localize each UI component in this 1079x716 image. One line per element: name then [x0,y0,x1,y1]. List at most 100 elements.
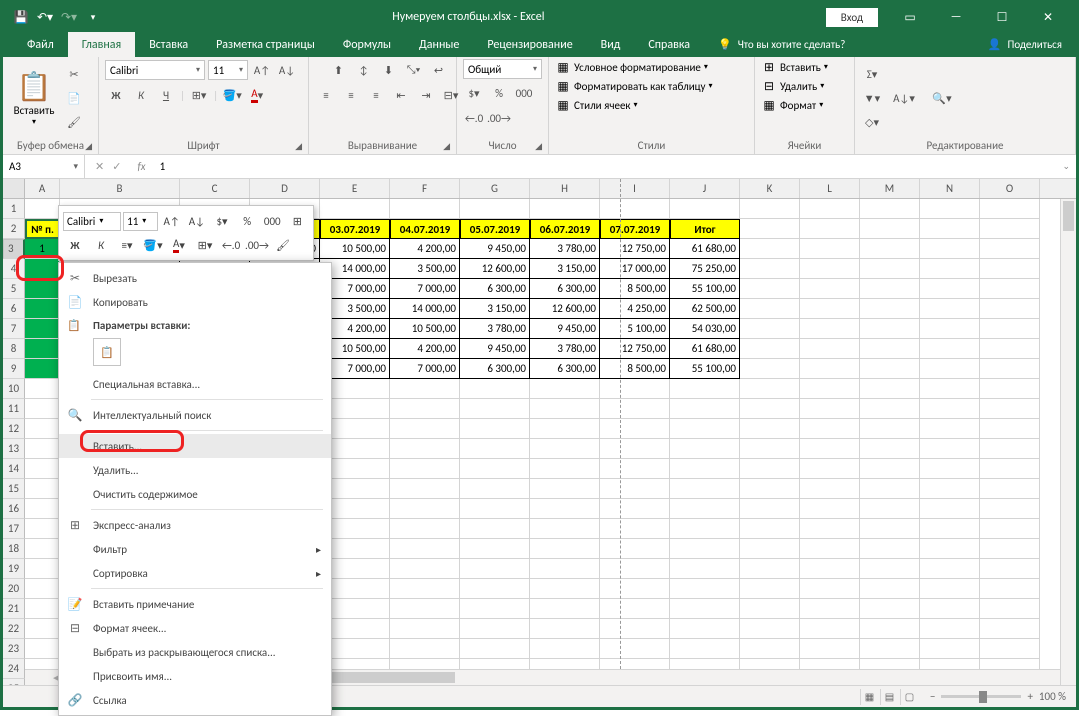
row-header[interactable]: 15 [3,479,25,499]
number-format-select[interactable]: Общий▾ [463,59,542,79]
row-header[interactable]: 17 [3,519,25,539]
cell[interactable] [980,199,1040,219]
fill-icon[interactable]: ▼▾ [861,87,883,109]
cell[interactable]: 7 000,00 [390,279,460,299]
cell[interactable] [800,599,860,619]
mt-brush-icon[interactable]: 🖌 [271,234,295,256]
cell[interactable] [670,599,740,619]
cell[interactable] [670,199,740,219]
cell[interactable] [600,379,670,399]
tell-me[interactable]: 💡Что вы хотите сделать? [704,32,859,57]
cell[interactable]: 8 500,00 [600,279,670,299]
cm-analysis[interactable]: ⊞Экспресс-анализ [59,513,331,537]
align-center-icon[interactable]: ≡ [340,84,362,106]
save-icon[interactable]: 💾 [13,9,29,25]
cell[interactable] [740,259,800,279]
cell[interactable] [530,559,600,579]
cell[interactable] [980,459,1040,479]
clear-icon[interactable]: ◇▾ [861,111,883,133]
cell[interactable] [320,199,390,219]
cell[interactable] [740,579,800,599]
cell[interactable] [460,499,530,519]
cell[interactable] [980,379,1040,399]
cell[interactable] [980,279,1040,299]
cm-format[interactable]: ⊟Формат ячеек... [59,616,331,640]
expand-formula-icon[interactable]: ⌄ [1056,161,1076,172]
cell[interactable]: 9 450,00 [460,239,530,259]
cell[interactable]: 55 100,00 [670,279,740,299]
cell[interactable] [460,639,530,659]
cell[interactable] [600,599,670,619]
cell[interactable] [460,519,530,539]
cell[interactable]: 06.07.2019 [530,219,600,239]
cell[interactable]: 3 780,00 [530,239,600,259]
cell[interactable] [980,499,1040,519]
cm-cut[interactable]: ✂Вырезать [59,266,331,290]
cell[interactable] [860,619,920,639]
insert-cells-button[interactable]: ⊞Вставить▾ [761,59,848,75]
cell[interactable] [390,519,460,539]
cell[interactable]: 12 600,00 [530,299,600,319]
cell[interactable]: 9 450,00 [530,319,600,339]
cell[interactable] [390,459,460,479]
cell[interactable] [980,539,1040,559]
launcher-icon[interactable]: ◢ [535,141,542,152]
row-header[interactable]: 3 [3,239,25,259]
cell[interactable] [920,219,980,239]
cell[interactable] [860,359,920,379]
launcher-icon[interactable]: ◢ [85,141,92,152]
cell[interactable] [980,559,1040,579]
mt-italic-button[interactable]: К [89,234,113,256]
launcher-icon[interactable]: ◢ [443,141,450,152]
cell[interactable] [740,419,800,439]
cell[interactable] [460,459,530,479]
row-header[interactable]: 22 [3,619,25,639]
italic-button[interactable]: К [130,84,152,106]
cell[interactable] [670,499,740,519]
cell[interactable] [390,539,460,559]
shrink-font-icon[interactable]: A↓ [276,59,298,81]
cell[interactable] [860,299,920,319]
cell[interactable] [600,619,670,639]
cell[interactable] [25,499,60,519]
mt-border2-icon[interactable]: ⊞▾ [193,234,217,256]
tab-help[interactable]: Справка [634,32,704,57]
cell[interactable]: 12 750,00 [600,339,670,359]
cell[interactable] [920,519,980,539]
cell[interactable]: 1 [25,239,60,259]
cell[interactable] [920,239,980,259]
cell[interactable] [600,579,670,599]
sort-filter-icon[interactable]: A↓▾ [887,87,921,109]
cell[interactable] [600,439,670,459]
format-cells-button[interactable]: ▦Формат▾ [761,97,848,113]
cell[interactable] [800,519,860,539]
login-button[interactable]: Вход [826,8,878,27]
mt-dec-dec-icon[interactable]: .00→ [245,234,269,256]
cell[interactable]: 3 500,00 [390,259,460,279]
cm-comment[interactable]: 📝Вставить примечание [59,592,331,616]
cell[interactable] [920,399,980,419]
cell[interactable]: 04.07.2019 [390,219,460,239]
cell[interactable] [800,499,860,519]
cm-link[interactable]: 🔗Ссылка [59,688,331,712]
fx-icon[interactable]: fx [131,160,151,173]
mt-align-icon[interactable]: ≡▾ [115,234,139,256]
cell[interactable] [600,499,670,519]
cell[interactable]: № п. [25,219,60,239]
cell[interactable] [25,579,60,599]
cell[interactable] [860,599,920,619]
cell[interactable] [600,199,670,219]
col-header[interactable]: H [530,179,600,198]
cell[interactable] [860,339,920,359]
cell[interactable]: 8 500,00 [600,359,670,379]
align-right-icon[interactable]: ≡ [365,84,387,106]
find-icon[interactable]: 🔍▾ [925,87,959,109]
dec-decimal-icon[interactable]: .00→ [488,107,510,129]
cell[interactable] [670,379,740,399]
cm-dropdown[interactable]: Выбрать из раскрывающегося списка... [59,640,331,664]
share-button[interactable]: 👤Поделиться [974,32,1076,57]
cell[interactable] [460,379,530,399]
cell[interactable] [530,459,600,479]
cell[interactable]: 10 500,00 [390,319,460,339]
cm-smart-lookup[interactable]: 🔍Интеллектуальный поиск [59,403,331,427]
